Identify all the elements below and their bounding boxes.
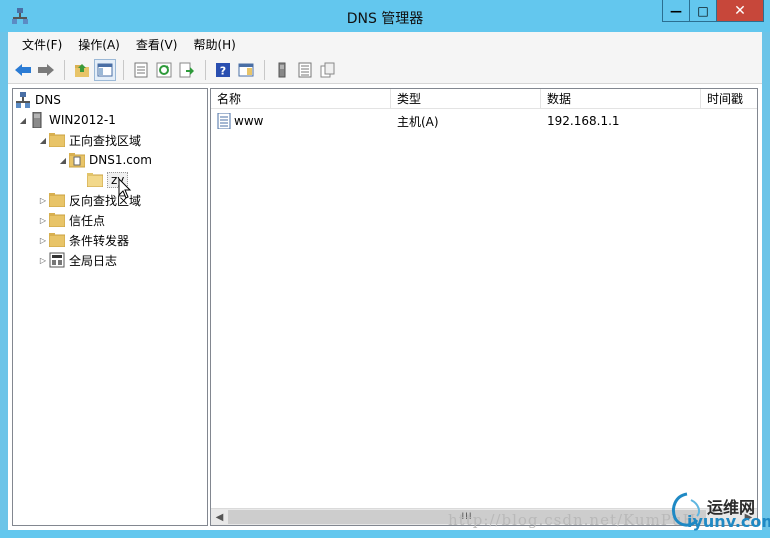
expand-arrow-icon[interactable]: ▷ — [37, 196, 49, 205]
svg-text:?: ? — [220, 64, 226, 77]
expand-arrow-icon[interactable]: ▷ — [37, 216, 49, 225]
scroll-left-icon[interactable]: ◀ — [211, 509, 228, 525]
expand-arrow-icon[interactable]: ▷ — [37, 256, 49, 265]
toolbar-separator — [205, 59, 206, 80]
mouse-cursor-icon — [118, 178, 132, 199]
list-button[interactable] — [294, 59, 316, 81]
help-button[interactable]: ? — [212, 59, 234, 81]
folder-icon — [49, 192, 65, 208]
main-window: 文件(F) 操作(A) 查看(V) 帮助(H) ? DNS ◢ WIN2012-… — [8, 32, 762, 530]
menu-bar: 文件(F) 操作(A) 查看(V) 帮助(H) — [8, 32, 762, 56]
site-logo: 运维网 iyunv.com — [667, 490, 770, 534]
help-icon: ? — [216, 62, 230, 77]
collapse-arrow-icon[interactable]: ◢ — [57, 156, 69, 165]
log-icon — [49, 252, 65, 268]
tree-label-trust-points: 信任点 — [69, 213, 106, 228]
tree-item-conditional-forwarders[interactable]: ▷ 条件转发器 — [37, 230, 129, 250]
watermark-text: http://blog.csdn.net/KumPuH — [448, 511, 697, 529]
menu-view[interactable]: 查看(V) — [128, 36, 186, 53]
close-icon: ✕ — [734, 2, 746, 19]
minimize-button[interactable]: — — [662, 0, 690, 22]
up-level-button[interactable] — [71, 59, 93, 81]
forward-button[interactable] — [35, 59, 57, 81]
close-button[interactable]: ✕ — [716, 0, 764, 22]
folder-icon — [49, 212, 65, 228]
toolbar-separator — [64, 59, 65, 80]
back-icon — [15, 63, 31, 76]
server-icon — [29, 112, 45, 128]
column-header-type[interactable]: 类型 — [391, 89, 541, 109]
record-data: 192.168.1.1 — [547, 114, 620, 128]
server-button[interactable] — [271, 59, 293, 81]
logo-en-text: iyunv.com — [687, 512, 770, 531]
export-icon — [179, 62, 194, 77]
minimize-icon: — — [670, 3, 682, 18]
console-tree[interactable]: DNS ◢ WIN2012-1 ◢ 正向查找区域 ◢ DNS1.com zy ▷… — [12, 88, 208, 526]
folder-icon — [49, 232, 65, 248]
tree-label-zone: DNS1.com — [89, 153, 152, 167]
export-button[interactable] — [176, 59, 198, 81]
folder-icon — [87, 172, 103, 188]
column-header-name[interactable]: 名称 — [211, 89, 391, 109]
show-hide-tree-button[interactable] — [94, 58, 116, 81]
record-name: www — [234, 114, 264, 128]
tree-item-trust-points[interactable]: ▷ 信任点 — [37, 210, 105, 230]
maximize-button[interactable]: □ — [689, 0, 717, 22]
collapse-arrow-icon[interactable]: ◢ — [37, 136, 49, 145]
bottom-frame — [0, 530, 770, 538]
column-header-data[interactable]: 数据 — [541, 89, 701, 109]
properties-icon — [134, 62, 148, 77]
record-type: 主机(A) — [397, 114, 439, 129]
tree-item-global-logs[interactable]: ▷ 全局日志 — [37, 250, 117, 270]
tree-label-server: WIN2012-1 — [49, 113, 116, 127]
dns-node-icon — [15, 92, 31, 108]
title-bar[interactable]: DNS 管理器 — □ ✕ — [0, 0, 770, 32]
record-icon — [217, 111, 231, 131]
maximize-icon: □ — [697, 3, 709, 18]
tree-item-forward-zones[interactable]: ◢ 正向查找区域 — [37, 130, 141, 150]
copy-button[interactable] — [317, 59, 339, 81]
tree-label-dns: DNS — [35, 93, 61, 107]
refresh-icon — [156, 62, 172, 77]
toolbar-separator — [123, 59, 124, 80]
tree-label-conditional-forwarders: 条件转发器 — [69, 233, 130, 248]
column-header-timestamp[interactable]: 时间戳 — [701, 89, 757, 109]
expand-arrow-icon[interactable]: ▷ — [37, 236, 49, 245]
table-row[interactable]: www 主机(A) 192.168.1.1 — [211, 111, 757, 131]
results-list[interactable]: 名称 类型 数据 时间戳 www 主机(A) 192.168.1.1 ◀ III… — [210, 88, 758, 526]
action-pane-icon — [238, 63, 254, 76]
menu-file[interactable]: 文件(F) — [14, 36, 70, 53]
copy-icon — [320, 62, 335, 77]
menu-help[interactable]: 帮助(H) — [185, 36, 243, 53]
action-pane-button[interactable] — [235, 59, 257, 81]
menu-action[interactable]: 操作(A) — [70, 36, 128, 53]
toolbar: ? — [8, 56, 762, 84]
forward-icon — [38, 63, 54, 76]
refresh-button[interactable] — [153, 59, 175, 81]
collapse-arrow-icon[interactable]: ◢ — [17, 116, 29, 125]
up-folder-icon — [75, 63, 89, 77]
tree-item-dns[interactable]: DNS — [15, 90, 61, 110]
tree-item-server[interactable]: ◢ WIN2012-1 — [17, 110, 116, 130]
list-icon — [298, 62, 312, 77]
folder-icon — [49, 132, 65, 148]
tree-label-forward-zones: 正向查找区域 — [69, 133, 142, 148]
server-icon — [278, 62, 286, 77]
window-title: DNS 管理器 — [346, 11, 424, 27]
properties-button[interactable] — [130, 59, 152, 81]
back-button[interactable] — [12, 59, 34, 81]
toolbar-separator — [264, 59, 265, 80]
tree-label-global-logs: 全局日志 — [69, 253, 118, 268]
zone-icon — [69, 152, 85, 168]
show-hide-tree-icon — [97, 63, 113, 76]
tree-item-zone-dns1[interactable]: ◢ DNS1.com — [57, 150, 152, 170]
